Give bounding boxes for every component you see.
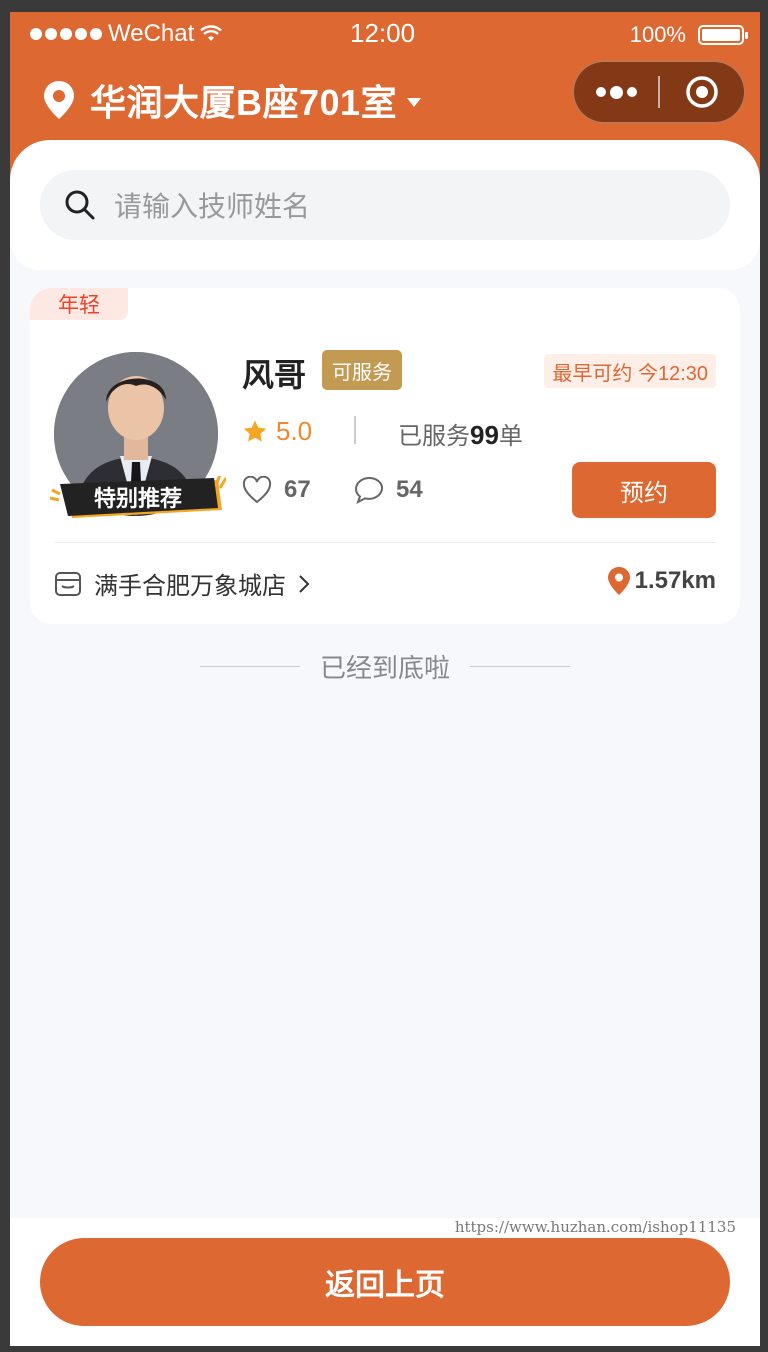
status-badge: 可服务 [322, 350, 402, 390]
star-icon [243, 420, 267, 442]
distance: 1.57km [607, 566, 716, 596]
list-end-tip: 已经到底啦 [10, 648, 760, 685]
rating: 5.0 [242, 416, 312, 447]
battery-status: 100% [629, 22, 748, 48]
served-suffix: 单 [498, 423, 523, 450]
earliest-slot: 最早可约 今12:30 [544, 354, 716, 388]
location-selector[interactable]: 华润大厦B座701室 [42, 74, 422, 126]
recommended-badge: 特别推荐 [50, 476, 226, 518]
search-placeholder: 请输入技师姓名 [114, 191, 311, 222]
search-input[interactable]: 请输入技师姓名 [40, 170, 730, 240]
store-name: 满手合肥万象城店 [94, 573, 286, 600]
served-count: 已服务99单 [398, 416, 523, 451]
like-button[interactable]: 67 [242, 476, 311, 504]
location-text: 华润大厦B座701室 [90, 82, 398, 123]
carrier-name: WeChat [108, 20, 195, 47]
divider-left [199, 665, 300, 668]
store-icon [55, 571, 81, 596]
book-button[interactable]: 预约 [572, 462, 716, 518]
search-icon [65, 190, 95, 220]
status-bar: WeChat 12:00 100% [10, 12, 760, 56]
served-prefix: 已服务 [398, 423, 470, 450]
watermark-text: https://www.huzhan.com/ishop11135 [454, 1218, 736, 1236]
list-end-text: 已经到底啦 [319, 653, 450, 683]
rating-value: 5.0 [276, 416, 313, 446]
location-pin-icon [44, 81, 74, 119]
location-pin-icon [607, 567, 630, 595]
heart-icon [242, 476, 272, 504]
divider-right [470, 665, 570, 668]
chevron-right-icon [299, 574, 310, 593]
search-panel: 请输入技师姓名 [10, 140, 760, 270]
served-number: 99 [470, 420, 499, 450]
divider [354, 416, 356, 444]
clock: 12:00 [350, 18, 416, 48]
card-divider [54, 542, 716, 543]
like-count: 67 [284, 476, 311, 503]
wifi-icon [200, 25, 223, 41]
phone-screen: WeChat 12:00 100% 华润大厦B座701室 请输入技师姓名 年轻 … [10, 12, 760, 1346]
miniprogram-capsule [573, 61, 745, 123]
battery-icon [698, 25, 748, 45]
dropdown-caret-icon [407, 97, 422, 107]
distance-value: 1.57km [634, 567, 716, 594]
comment-count: 54 [396, 476, 423, 503]
store-link[interactable]: 满手合肥万象城店 [54, 566, 310, 601]
back-button[interactable]: 返回上页 [40, 1238, 730, 1326]
comment-button[interactable]: 54 [354, 476, 423, 504]
age-tag: 年轻 [30, 288, 128, 320]
close-miniprogram-button[interactable] [660, 62, 744, 122]
more-menu-button[interactable] [574, 62, 658, 122]
signal-carrier: WeChat [30, 20, 223, 48]
battery-percent: 100% [629, 22, 686, 47]
recommended-badge-text: 特别推荐 [94, 486, 182, 512]
target-close-icon [686, 76, 718, 108]
technician-card[interactable]: 年轻 特别推荐 风哥 可服务 最早可约 今12:30 5.0 已服务99单 67… [30, 288, 740, 624]
bottom-bar: https://www.huzhan.com/ishop11135 返回上页 [10, 1218, 760, 1346]
signal-icon [30, 28, 102, 40]
technician-name: 风哥 [242, 357, 307, 393]
comment-icon [354, 476, 384, 504]
